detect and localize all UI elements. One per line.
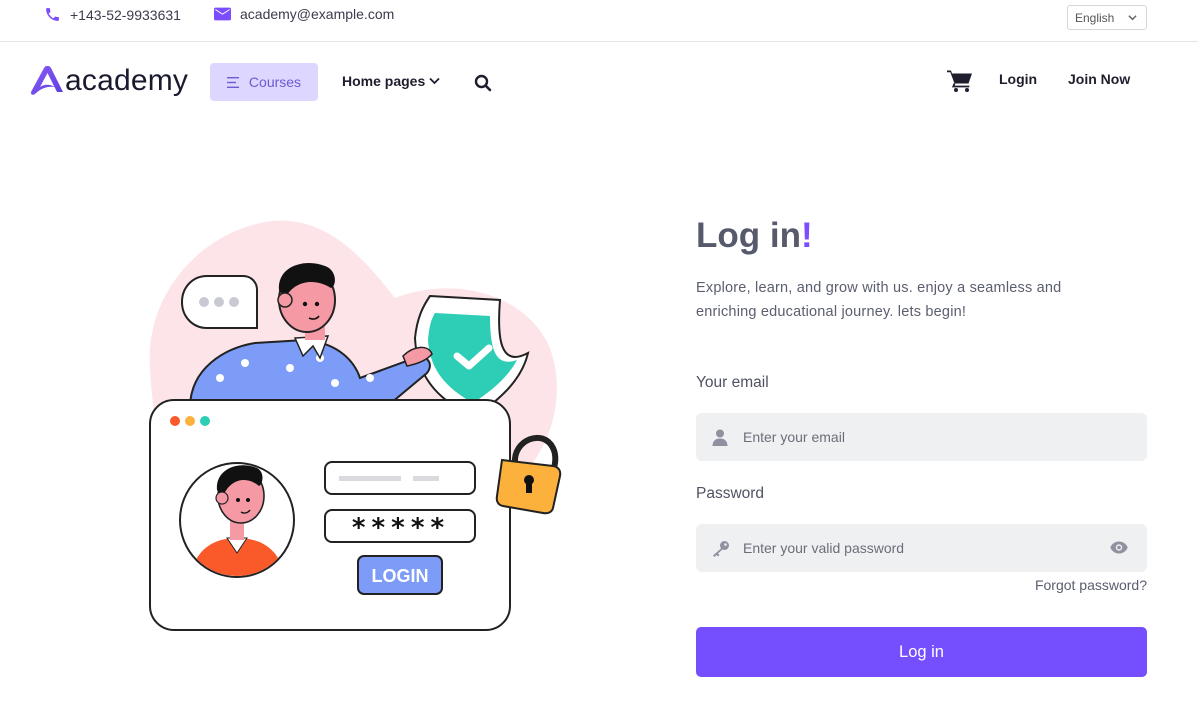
courses-label: Courses bbox=[248, 74, 302, 90]
user-icon bbox=[712, 429, 728, 446]
language-value: English bbox=[1075, 10, 1115, 25]
title-accent: ! bbox=[800, 216, 813, 255]
cart-button[interactable] bbox=[947, 69, 973, 98]
phone-number: +143-52-9933631 bbox=[70, 6, 181, 23]
home-pages-label: Home pages bbox=[342, 73, 426, 89]
chevron-down-icon bbox=[429, 77, 440, 85]
eye-icon[interactable] bbox=[1110, 541, 1128, 554]
password-mask-text: ***** bbox=[351, 513, 449, 543]
email-address: academy@example.com bbox=[240, 6, 395, 22]
courses-button[interactable]: Courses bbox=[210, 63, 318, 101]
logo-text: academy bbox=[65, 64, 189, 97]
logo[interactable]: academy bbox=[30, 64, 188, 98]
mail-icon bbox=[214, 7, 231, 21]
phone-contact[interactable]: +143-52-9933631 bbox=[44, 6, 181, 23]
password-input[interactable] bbox=[743, 524, 1103, 572]
email-label: Your email bbox=[696, 374, 769, 391]
home-pages-menu[interactable]: Home pages bbox=[342, 73, 440, 89]
page-title: Log in! bbox=[696, 216, 813, 256]
login-illustration: ***** LOGIN bbox=[149, 220, 562, 631]
academy-logo-icon bbox=[30, 66, 63, 95]
password-label: Password bbox=[696, 485, 765, 502]
search-icon bbox=[474, 74, 492, 92]
search-button[interactable] bbox=[474, 74, 492, 97]
speech-bubble-icon bbox=[180, 275, 258, 329]
login-window: ***** LOGIN bbox=[149, 399, 511, 631]
email-field bbox=[696, 413, 1147, 461]
password-field bbox=[696, 524, 1147, 572]
menu-lines-icon bbox=[226, 76, 239, 88]
email-input[interactable] bbox=[743, 413, 1103, 461]
language-select[interactable]: English bbox=[1067, 5, 1147, 30]
chevron-down-icon bbox=[1128, 15, 1137, 21]
forgot-password-link[interactable]: Forgot password? bbox=[1035, 577, 1147, 593]
email-contact[interactable]: academy@example.com bbox=[214, 6, 394, 22]
phone-icon bbox=[46, 8, 59, 21]
login-submit-button[interactable]: Log in bbox=[696, 627, 1147, 677]
top-bar: +143-52-9933631 academy@example.com Engl… bbox=[0, 0, 1198, 42]
join-now-link[interactable]: Join Now bbox=[1068, 71, 1130, 87]
page-description: Explore, learn, and grow with us. enjoy … bbox=[696, 280, 1062, 320]
key-icon bbox=[713, 541, 729, 557]
login-link[interactable]: Login bbox=[999, 71, 1037, 87]
cart-icon bbox=[947, 70, 972, 92]
illustration-login-text: LOGIN bbox=[372, 566, 429, 586]
title-text: Log in bbox=[696, 216, 801, 255]
